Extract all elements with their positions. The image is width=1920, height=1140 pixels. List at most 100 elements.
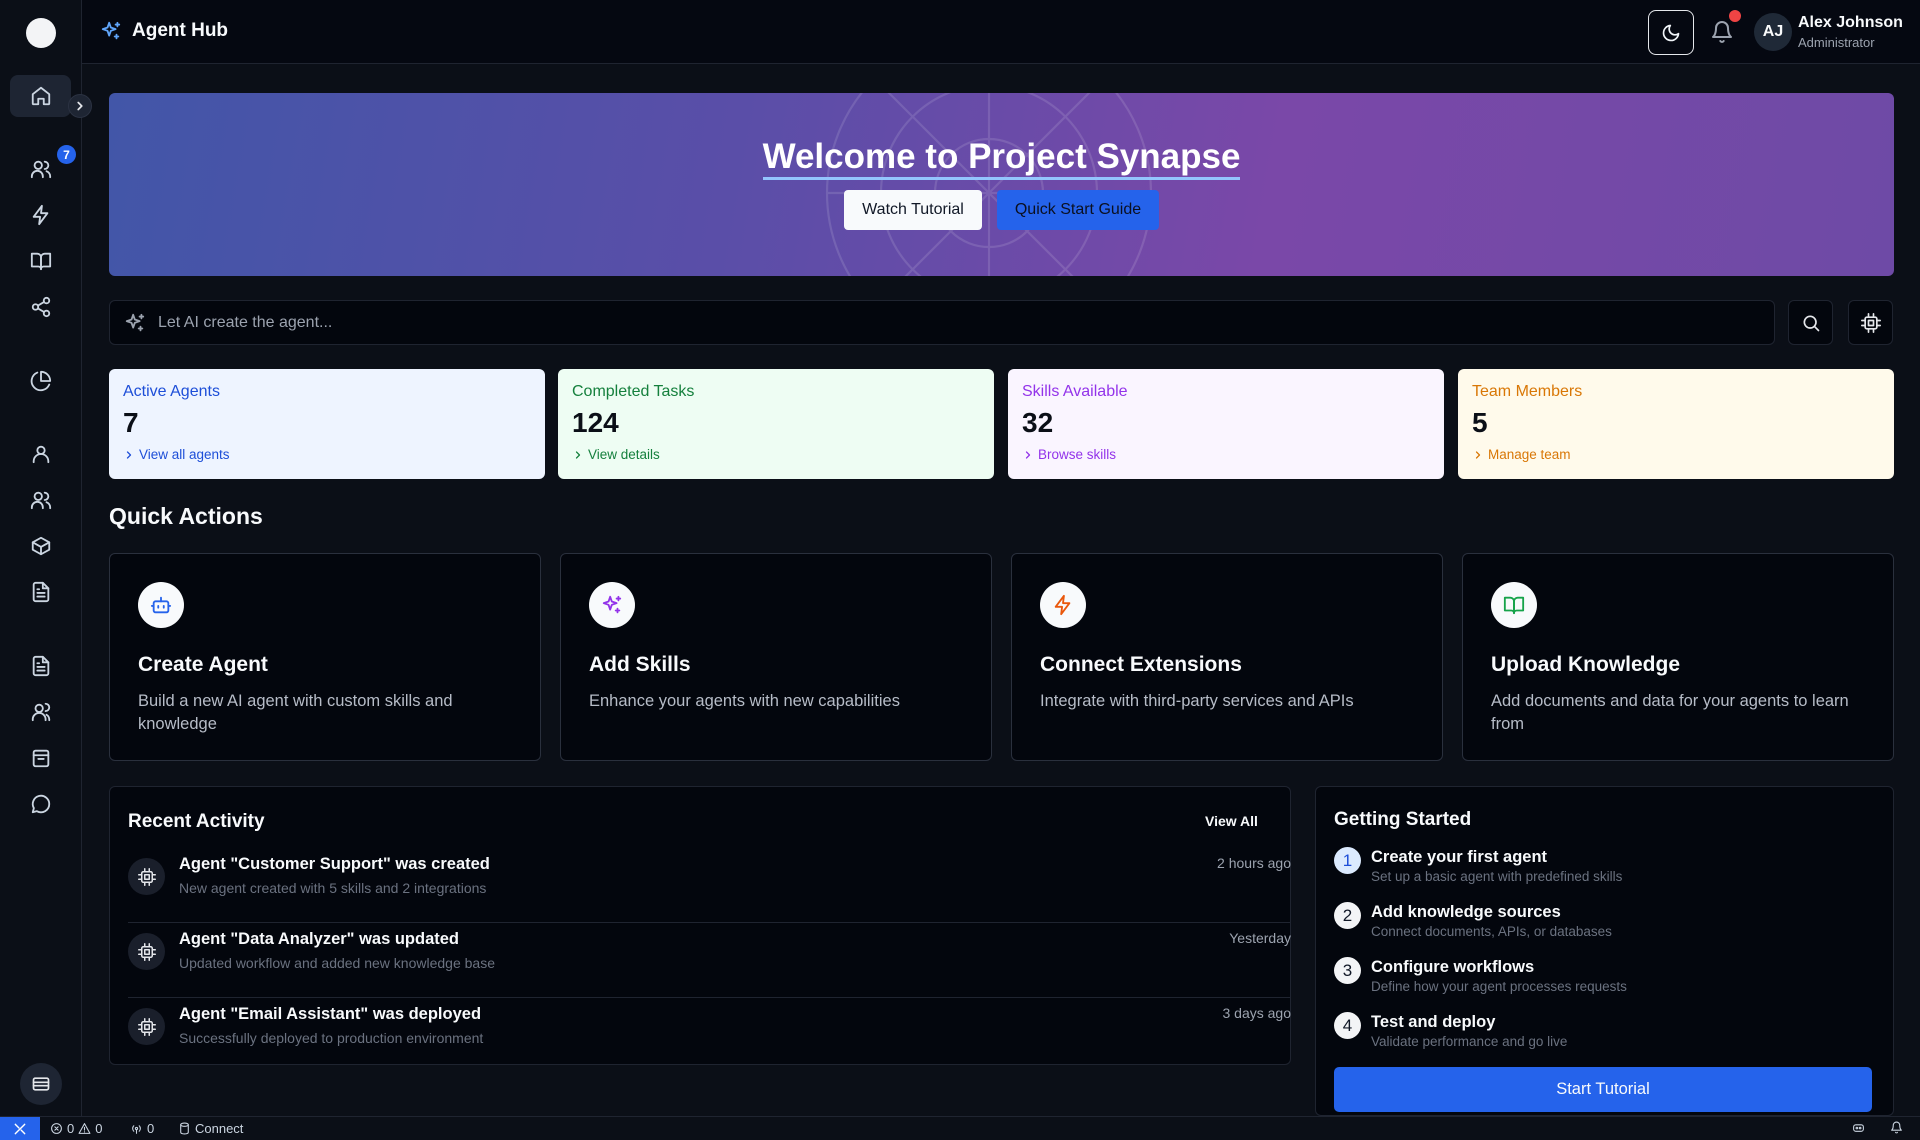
start-tutorial-button[interactable]: Start Tutorial	[1334, 1067, 1872, 1112]
stat-card-active-agents[interactable]: Active Agents 7 View all agents	[109, 369, 545, 479]
quick-action-create-agent[interactable]: Create Agent Build a new AI agent with c…	[109, 553, 541, 761]
sidebar-item-users[interactable]	[10, 479, 71, 521]
quick-action-upload-knowledge[interactable]: Upload Knowledge Add documents and data …	[1462, 553, 1894, 761]
lightning-icon	[32, 204, 48, 226]
activity-item[interactable]: Agent "Customer Support" was created New…	[128, 848, 1291, 923]
sidebar-item-analytics[interactable]	[10, 360, 71, 402]
ai-prompt-input[interactable]	[158, 313, 1658, 332]
activity-icon-wrap	[128, 858, 165, 895]
stat-card-skills-available[interactable]: Skills Available 32 Browse skills	[1008, 369, 1444, 479]
recent-activity-panel: Recent Activity View All Agent "Customer…	[109, 786, 1291, 1065]
stat-card-team-members[interactable]: Team Members 5 Manage team	[1458, 369, 1894, 479]
problems-indicator[interactable]: 0 0	[50, 1121, 102, 1136]
connect-indicator[interactable]: Connect	[178, 1121, 243, 1136]
step-title: Test and deploy	[1371, 1013, 1496, 1031]
ai-prompt-bar	[109, 300, 1775, 345]
getting-started-step[interactable]: 4 Test and deploy Validate performance a…	[1334, 1012, 1854, 1057]
copilot-indicator[interactable]	[1852, 1121, 1865, 1134]
stat-card-completed-tasks[interactable]: Completed Tasks 124 View details	[558, 369, 994, 479]
notification-dot	[1729, 10, 1741, 22]
qa-title: Add Skills	[589, 653, 691, 676]
warning-icon	[78, 1123, 91, 1134]
chevron-right-icon	[77, 101, 83, 111]
qa-icon-wrap	[589, 582, 635, 628]
activity-time: 2 hours ago	[1217, 855, 1291, 871]
qa-description: Add documents and data for your agents t…	[1491, 692, 1849, 733]
cpu-icon	[137, 942, 156, 961]
stat-value: 32	[1022, 407, 1054, 438]
app-logo[interactable]	[26, 18, 56, 48]
chevron-right-icon	[1475, 450, 1481, 459]
stat-label: Active Agents	[123, 383, 220, 400]
activity-title: Agent "Data Analyzer" was updated	[179, 930, 460, 948]
recent-activity-title: Recent Activity	[128, 811, 265, 832]
qa-icon-wrap	[138, 582, 184, 628]
quick-action-connect-extensions[interactable]: Connect Extensions Integrate with third-…	[1011, 553, 1443, 761]
robot-icon	[150, 596, 172, 614]
sidebar-item-skills[interactable]	[10, 194, 71, 236]
stat-value: 7	[123, 407, 139, 438]
ports-count: 0	[147, 1121, 155, 1136]
search-button[interactable]	[1788, 300, 1833, 345]
remote-button[interactable]	[0, 1117, 40, 1140]
getting-started-step[interactable]: 1 Create your first agent Set up a basic…	[1334, 847, 1854, 892]
quick-action-add-skills[interactable]: Add Skills Enhance your agents with new …	[560, 553, 992, 761]
activity-item[interactable]: Agent "Email Assistant" was deployed Suc…	[128, 998, 1291, 1073]
avatar[interactable]: AJ	[1754, 13, 1792, 51]
agent-settings-button[interactable]	[1848, 300, 1893, 345]
theme-toggle-button[interactable]	[1648, 10, 1694, 55]
view-all-link[interactable]: View All	[1205, 813, 1258, 829]
quick-start-guide-button[interactable]: Quick Start Guide	[997, 190, 1159, 230]
sidebar-item-profile[interactable]	[10, 433, 71, 475]
sidebar-item-home[interactable]	[10, 75, 71, 117]
stat-label: Team Members	[1472, 383, 1583, 400]
getting-started-step[interactable]: 3 Configure workflows Define how your ag…	[1334, 957, 1854, 1002]
stat-link[interactable]: Browse skills	[1022, 447, 1430, 462]
card-icon	[32, 1077, 50, 1091]
stat-value: 124	[572, 407, 619, 438]
chevron-right-icon	[575, 450, 581, 459]
stat-link[interactable]: Manage team	[1472, 447, 1880, 462]
watch-tutorial-button[interactable]: Watch Tutorial	[844, 190, 982, 230]
sidebar-expand-button[interactable]	[68, 94, 92, 118]
document-icon	[32, 655, 49, 677]
users-icon	[30, 491, 51, 510]
activity-icon-wrap	[128, 1008, 165, 1045]
bell-icon[interactable]	[1710, 20, 1734, 44]
sidebar-item-knowledge[interactable]	[10, 240, 71, 282]
ports-indicator[interactable]: 0	[130, 1121, 154, 1136]
box-icon	[31, 536, 50, 556]
sidebar-item-integrations[interactable]	[10, 286, 71, 328]
stat-link[interactable]: View all agents	[123, 447, 531, 462]
activity-item[interactable]: Agent "Data Analyzer" was updated Update…	[128, 923, 1291, 998]
activity-icon-wrap	[128, 933, 165, 970]
database-icon	[180, 1122, 189, 1135]
step-number: 1	[1334, 847, 1361, 874]
stat-link[interactable]: View details	[572, 447, 980, 462]
sidebar-item-team[interactable]	[10, 691, 71, 733]
activity-description: Updated workflow and added new knowledge…	[179, 955, 495, 971]
top-bar: Agent Hub AJ Alex Johnson Administrator	[82, 0, 1920, 64]
book-icon	[30, 252, 51, 271]
getting-started-step[interactable]: 2 Add knowledge sources Connect document…	[1334, 902, 1854, 947]
sidebar-item-documents[interactable]	[10, 571, 71, 613]
step-number: 4	[1334, 1012, 1361, 1039]
activity-title: Agent "Email Assistant" was deployed	[179, 1005, 482, 1023]
step-title: Configure workflows	[1371, 958, 1535, 976]
sidebar-item-chat[interactable]	[10, 783, 71, 825]
sidebar: 7	[0, 0, 92, 1116]
sidebar-item-reports[interactable]	[10, 645, 71, 687]
stat-label: Completed Tasks	[572, 383, 695, 400]
cpu-icon	[1860, 312, 1881, 333]
notifications-indicator[interactable]	[1890, 1121, 1903, 1134]
stat-label: Skills Available	[1022, 383, 1128, 400]
app-title-text: Agent Hub	[132, 20, 229, 41]
broadcast-icon	[132, 1125, 141, 1134]
sidebar-item-packages[interactable]	[10, 525, 71, 567]
share-icon	[31, 296, 50, 318]
bell-icon	[1891, 1121, 1902, 1134]
qa-description: Integrate with third-party services and …	[1040, 692, 1354, 710]
sidebar-settings-button[interactable]	[20, 1063, 62, 1105]
getting-started-title: Getting Started	[1334, 809, 1472, 830]
sidebar-item-archive[interactable]	[10, 737, 71, 779]
